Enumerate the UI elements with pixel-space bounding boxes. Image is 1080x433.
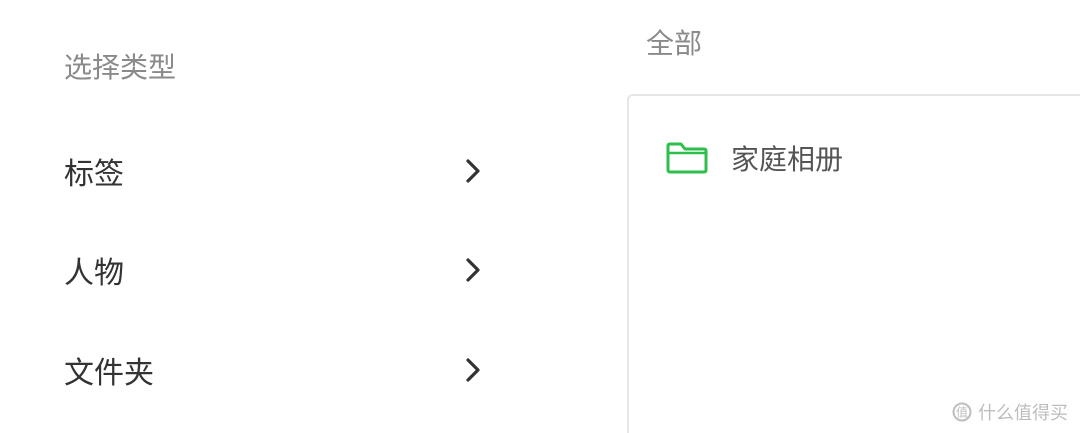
type-item-people[interactable]: 人物 [64, 242, 494, 298]
folder-list-panel: 家庭相册 [627, 94, 1080, 433]
watermark-text: 什么值得买 [978, 403, 1068, 424]
type-item-folders[interactable]: 文件夹 [64, 342, 494, 398]
type-item-label: 人物 [64, 256, 124, 291]
section-title: 选择类型 [64, 51, 177, 84]
app-root: 选择类型 标签 人物 文件夹 全部 家庭相册 值 什么值得买 [0, 0, 1080, 433]
smzdm-logo-icon: 值 [952, 402, 972, 422]
chevron-right-icon [462, 358, 484, 382]
type-item-label: 标签 [64, 157, 124, 192]
svg-text:值: 值 [956, 405, 968, 420]
folder-name: 家庭相册 [731, 143, 844, 176]
all-header: 全部 [646, 27, 703, 60]
type-item-tags[interactable]: 标签 [64, 143, 494, 199]
watermark: 值 什么值得买 [952, 399, 1068, 425]
folder-item[interactable]: 家庭相册 [665, 136, 843, 180]
chevron-right-icon [462, 159, 484, 183]
type-selector-panel: 选择类型 标签 人物 文件夹 [0, 0, 600, 433]
type-item-label: 文件夹 [64, 356, 154, 391]
chevron-right-icon [462, 258, 484, 282]
folder-icon [665, 141, 709, 175]
